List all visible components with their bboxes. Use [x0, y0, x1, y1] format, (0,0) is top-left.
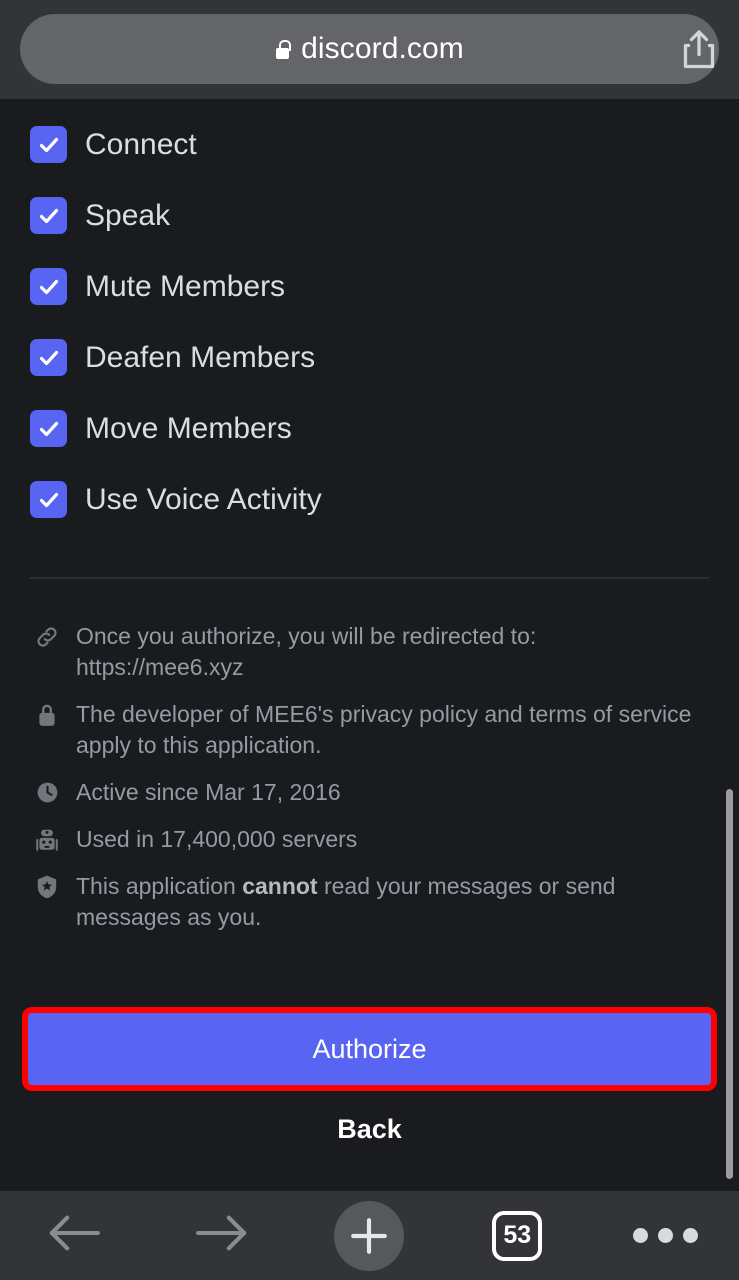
info-row-active-since: Active since Mar 17, 2016 [30, 777, 709, 808]
info-row-messages-notice: This application cannot read your messag… [30, 871, 709, 933]
new-tab-button[interactable] [296, 1191, 444, 1280]
checkbox-checked-icon[interactable] [30, 268, 67, 305]
info-row-server-count: Used in 17,400,000 servers [30, 824, 709, 855]
address-bar[interactable]: discord.com [20, 14, 719, 84]
app-info-list: Once you authorize, you will be redirect… [0, 621, 739, 933]
link-icon [30, 624, 64, 650]
info-text: Used in 17,400,000 servers [76, 826, 358, 852]
permission-row[interactable]: Deafen Members [0, 322, 739, 393]
lock-icon [30, 702, 64, 728]
info-text-before: This application [76, 873, 243, 899]
dot [632, 1228, 648, 1243]
back-navigation-button[interactable] [0, 1191, 148, 1280]
permission-row[interactable]: Mute Members [0, 251, 739, 322]
address-bar-url: discord.com [301, 32, 464, 65]
authorize-button-label: Authorize [312, 1033, 427, 1064]
checkbox-checked-icon[interactable] [30, 339, 67, 376]
dot [682, 1228, 698, 1243]
clock-icon [30, 780, 64, 805]
permission-label: Use Voice Activity [85, 482, 322, 516]
lock-icon [275, 39, 291, 59]
info-text: Active since Mar 17, 2016 [76, 779, 341, 805]
permission-label: Mute Members [85, 269, 286, 303]
info-row-redirect: Once you authorize, you will be redirect… [30, 621, 709, 683]
permission-row[interactable]: Speak [0, 180, 739, 251]
permission-row[interactable]: Use Voice Activity [0, 464, 739, 535]
browser-window: discord.com Connect Speak Mute Members D… [0, 0, 739, 1280]
browser-top-bar: discord.com [0, 0, 739, 99]
permissions-list: Connect Speak Mute Members Deafen Member… [0, 99, 739, 535]
checkbox-checked-icon[interactable] [30, 126, 67, 163]
shield-star-icon [30, 874, 64, 900]
info-text: Once you authorize, you will be redirect… [76, 623, 537, 680]
discord-authorize-page: Connect Speak Mute Members Deafen Member… [0, 99, 739, 1191]
permission-label: Move Members [85, 411, 292, 445]
arrow-left-icon [45, 1212, 103, 1259]
info-text: This application cannot read your messag… [76, 871, 709, 933]
dot [657, 1228, 673, 1243]
checkbox-checked-icon[interactable] [30, 197, 67, 234]
robot-icon [30, 827, 64, 853]
permission-row[interactable]: Connect [0, 109, 739, 180]
more-options-button[interactable] [591, 1191, 739, 1280]
share-icon[interactable] [681, 29, 717, 71]
permission-row[interactable]: Move Members [0, 393, 739, 464]
arrow-right-icon [193, 1212, 251, 1259]
address-bar-content: discord.com [275, 32, 464, 66]
info-row-policy: The developer of MEE6's privacy policy a… [30, 699, 709, 761]
checkbox-checked-icon[interactable] [30, 410, 67, 447]
forward-navigation-button[interactable] [148, 1191, 296, 1280]
permission-label: Deafen Members [85, 340, 316, 374]
authorize-button[interactable]: Authorize [22, 1007, 717, 1091]
back-button[interactable]: Back [0, 1114, 739, 1145]
tab-count-badge: 53 [492, 1210, 543, 1261]
checkbox-checked-icon[interactable] [30, 481, 67, 518]
section-divider [30, 577, 709, 579]
permission-label: Speak [85, 198, 171, 232]
tabs-overview-button[interactable]: 53 [443, 1191, 591, 1280]
page-scrollbar[interactable] [726, 789, 733, 1179]
info-text: The developer of MEE6's privacy policy a… [76, 701, 692, 758]
plus-icon [334, 1200, 405, 1271]
browser-bottom-toolbar: 53 [0, 1191, 739, 1280]
permission-label: Connect [85, 127, 197, 161]
ellipsis-icon [632, 1228, 698, 1243]
info-text-bold: cannot [242, 873, 318, 899]
